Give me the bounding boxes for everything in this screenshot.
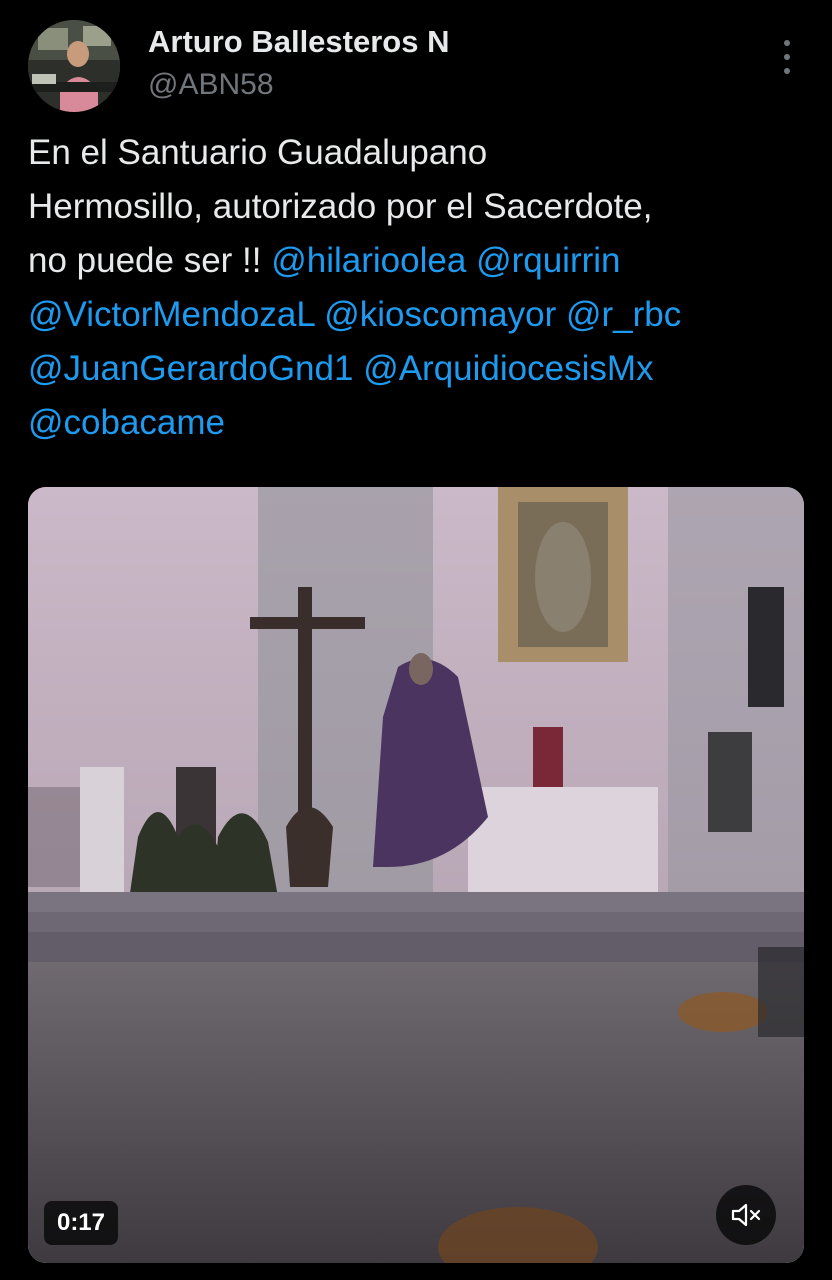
mention-link[interactable]: @r_rbc bbox=[566, 295, 681, 334]
tweet-text-line: no puede ser !! @hilarioolea @rquirrin bbox=[28, 234, 818, 288]
tweet-text-segment: no puede ser !! bbox=[28, 241, 272, 280]
tweet-text-segment: Hermosillo, autorizado por el Sacerdote, bbox=[28, 187, 653, 226]
mention-link[interactable]: @rquirrin bbox=[476, 241, 620, 280]
tweet-text-line: En el Santuario Guadalupano bbox=[28, 126, 818, 180]
tweet-text-segment bbox=[353, 349, 363, 388]
mention-link[interactable]: @JuanGerardoGnd1 bbox=[28, 349, 353, 388]
more-options-icon[interactable] bbox=[772, 40, 802, 74]
tweet-text-line: @cobacame bbox=[28, 396, 818, 450]
tweet-text-segment bbox=[466, 241, 476, 280]
tweet-header: Arturo Ballesteros N @ABN58 bbox=[0, 0, 832, 120]
tweet-text-segment: En el Santuario Guadalupano bbox=[28, 133, 488, 172]
tweet-text-line: @JuanGerardoGnd1 @ArquidiocesisMx bbox=[28, 342, 818, 396]
video-duration-badge: 0:17 bbox=[44, 1201, 118, 1245]
video-player[interactable] bbox=[28, 487, 804, 1263]
tweet-text-line: @VictorMendozaL @kioscomayor @r_rbc bbox=[28, 288, 818, 342]
video-frame bbox=[28, 487, 804, 1263]
tweet-text-segment bbox=[315, 295, 325, 334]
tweet-text-segment bbox=[556, 295, 566, 334]
mention-link[interactable]: @VictorMendozaL bbox=[28, 295, 315, 334]
tweet-text: En el Santuario Guadalupano Hermosillo, a… bbox=[28, 126, 818, 450]
mention-link[interactable]: @hilarioolea bbox=[271, 241, 466, 280]
author-avatar[interactable] bbox=[28, 20, 120, 112]
mention-link[interactable]: @cobacame bbox=[28, 403, 225, 442]
mention-link[interactable]: @kioscomayor bbox=[324, 295, 556, 334]
speaker-muted-icon[interactable] bbox=[716, 1185, 776, 1245]
mention-link[interactable]: @ArquidiocesisMx bbox=[363, 349, 653, 388]
tweet-text-line: Hermosillo, autorizado por el Sacerdote, bbox=[28, 180, 818, 234]
author-handle[interactable]: @ABN58 bbox=[148, 68, 274, 102]
author-name[interactable]: Arturo Ballesteros N bbox=[148, 24, 449, 60]
